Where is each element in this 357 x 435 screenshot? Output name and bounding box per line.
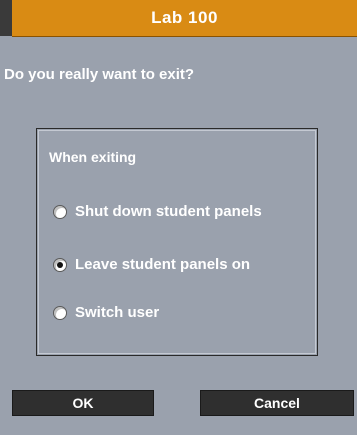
cancel-button[interactable]: Cancel — [200, 390, 354, 416]
option-leave-panels-on[interactable]: Leave student panels on — [53, 256, 250, 273]
radio-switch-user[interactable] — [53, 305, 67, 320]
group-label: When exiting — [49, 149, 137, 165]
option-shut-down-panels[interactable]: Shut down student panels — [53, 203, 262, 220]
radio-leave-panels-on[interactable] — [53, 257, 67, 272]
titlebar-edge — [0, 0, 12, 36]
exit-options-group: When exiting Shut down student panels Le… — [36, 128, 318, 356]
option-label: Switch user — [75, 304, 160, 321]
dialog-title: Lab 100 — [12, 0, 357, 37]
radio-shut-down-panels[interactable] — [53, 204, 67, 219]
option-label: Leave student panels on — [75, 256, 251, 273]
option-switch-user[interactable]: Switch user — [53, 304, 159, 321]
exit-question: Do you really want to exit? — [4, 66, 195, 83]
option-label: Shut down student panels — [75, 203, 262, 220]
ok-button[interactable]: OK — [12, 390, 154, 416]
exit-dialog: Lab 100 Do you really want to exit? When… — [0, 0, 357, 435]
